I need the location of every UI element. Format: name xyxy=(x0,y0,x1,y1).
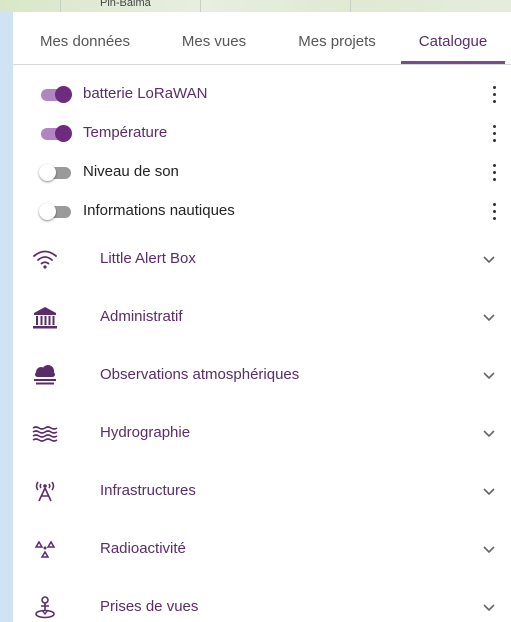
more-options-icon[interactable] xyxy=(489,200,501,222)
tab-mes-donnees[interactable]: Mes données xyxy=(23,12,147,64)
layer-row: Température xyxy=(13,114,511,153)
cloud-sun-icon xyxy=(34,365,56,385)
wifi-icon xyxy=(33,250,57,269)
more-options-icon[interactable] xyxy=(489,83,501,105)
map-road xyxy=(350,0,351,12)
category-radioactivite[interactable]: Radioactivité xyxy=(13,521,511,579)
layer-toggle-informations-nautiques[interactable] xyxy=(39,203,71,220)
more-options-icon[interactable] xyxy=(489,122,501,144)
category-hydrographie[interactable]: Hydrographie xyxy=(13,405,511,463)
more-options-icon[interactable] xyxy=(489,161,501,183)
layer-toggle-batterie-lorawan[interactable] xyxy=(41,86,72,103)
map-place-label: Pin-Balma xyxy=(100,0,151,9)
map-road xyxy=(60,0,61,12)
map-background: Pin-Balma xyxy=(0,0,511,12)
category-observations-atmospheriques[interactable]: Observations atmosphériques xyxy=(13,347,511,405)
tab-bar: Mes données Mes vues Mes projets Catalog… xyxy=(13,12,511,65)
layer-row: Niveau de son xyxy=(13,153,511,192)
category-prises-de-vues[interactable]: Prises de vues xyxy=(13,579,511,622)
tab-catalogue[interactable]: Catalogue xyxy=(401,12,505,64)
building-icon xyxy=(33,307,57,329)
chevron-down-icon[interactable] xyxy=(481,253,497,267)
layer-label: Informations nautiques xyxy=(83,202,235,219)
layer-toggle-niveau-de-son[interactable] xyxy=(39,164,71,181)
category-little-alert-box[interactable]: Little Alert Box xyxy=(13,231,511,289)
chevron-down-icon[interactable] xyxy=(481,485,497,499)
tab-mes-vues[interactable]: Mes vues xyxy=(165,12,263,64)
chevron-down-icon[interactable] xyxy=(481,427,497,441)
antenna-icon xyxy=(35,481,55,502)
layer-label: batterie LoRaWAN xyxy=(83,85,208,102)
layer-label: Niveau de son xyxy=(83,163,179,180)
category-label: Prises de vues xyxy=(100,598,199,615)
tab-mes-projets[interactable]: Mes projets xyxy=(281,12,393,64)
camera-person-icon xyxy=(35,596,55,619)
catalogue-panel: Mes données Mes vues Mes projets Catalog… xyxy=(13,12,511,622)
chevron-down-icon[interactable] xyxy=(481,601,497,615)
category-label: Hydrographie xyxy=(100,424,191,441)
layer-row: Informations nautiques xyxy=(13,192,511,231)
category-label: Administratif xyxy=(100,308,183,325)
layer-toggle-temperature[interactable] xyxy=(41,125,72,142)
chevron-down-icon[interactable] xyxy=(481,311,497,325)
radioactive-icon xyxy=(34,540,56,558)
layer-row: batterie LoRaWAN xyxy=(13,75,511,114)
active-tab-indicator xyxy=(401,61,505,64)
category-label: Observations atmosphériques xyxy=(100,366,300,383)
category-label: Infrastructures xyxy=(100,482,196,499)
category-label: Radioactivité xyxy=(100,540,186,557)
category-administratif[interactable]: Administratif xyxy=(13,289,511,347)
category-label: Little Alert Box xyxy=(100,250,196,267)
chevron-down-icon[interactable] xyxy=(481,543,497,557)
chevron-down-icon[interactable] xyxy=(481,369,497,383)
map-road xyxy=(200,0,201,12)
category-infrastructures[interactable]: Infrastructures xyxy=(13,463,511,521)
layer-label: Température xyxy=(83,124,168,141)
water-waves-icon xyxy=(32,426,58,442)
